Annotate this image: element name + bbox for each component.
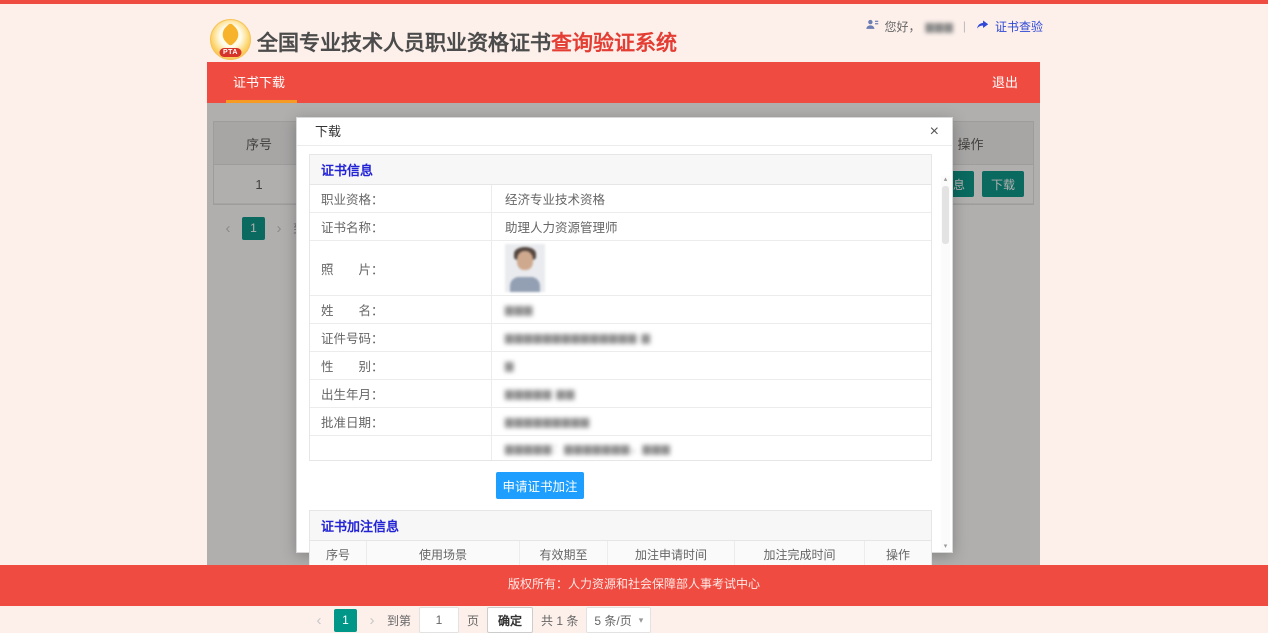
modal-titlebar: 下载 ×	[297, 118, 952, 146]
scroll-down-icon[interactable]: ▾	[944, 543, 948, 551]
site-title: 全国专业技术人员职业资格证书查询验证系统	[257, 27, 677, 57]
greeting-text: 您好，	[884, 18, 920, 35]
prev-page-icon[interactable]: ‹	[312, 612, 326, 629]
confirm-page-button[interactable]: 确定	[487, 607, 533, 633]
photo-head	[517, 251, 533, 270]
cert-info-row: 职业资格：经济专业技术资格	[310, 185, 931, 213]
cert-info-rows: 职业资格：经济专业技术资格证书名称：助理人力资源管理师照 片：姓 名： ▆▆▆ 证件…	[310, 185, 931, 460]
cert-info-row: 出生年月： ▆▆▆▆▆ ▆▆	[310, 380, 931, 408]
cert-info-row: ▆▆▆▆▆：▆▆▆▆▆▆▆，▆▆▆	[310, 436, 931, 460]
field-value: ▆▆▆▆▆：▆▆▆▆▆▆▆，▆▆▆	[492, 436, 931, 460]
goto-page-input[interactable]: 1	[419, 607, 459, 633]
masked-value: ▆	[505, 359, 514, 372]
copyright-text: 版权所有：人力资源和社会保障部人事考试中心	[508, 577, 760, 591]
annotation-section-title: 证书加注信息	[310, 511, 931, 541]
close-icon[interactable]: ×	[930, 124, 939, 140]
masked-value: ▆▆▆▆▆：▆▆▆▆▆▆▆，▆▆▆	[505, 440, 671, 456]
field-label: 证书名称：	[310, 213, 492, 240]
per-page-select[interactable]: 5 条/页 ▾	[586, 607, 651, 633]
field-value: ▆	[492, 352, 931, 379]
field-value: ▆▆▆	[492, 296, 931, 323]
per-page-value: 5 条/页	[594, 612, 631, 629]
cert-info-row: 证件号码： ▆▆▆▆▆▆▆▆▆▆▆▆▆▆ ▆	[310, 324, 931, 352]
user-icon	[865, 18, 879, 34]
field-label: 职业资格：	[310, 185, 492, 212]
site-header: PTA 全国专业技术人员职业资格证书查询验证系统 您好， ▆▆▆ | 证书查验	[0, 4, 1268, 62]
field-value: ▆▆▆▆▆ ▆▆	[492, 380, 931, 407]
field-label: 性 别：	[310, 352, 492, 379]
site-title-accent: 查询验证系统	[551, 32, 677, 55]
footer: 版权所有：人力资源和社会保障部人事考试中心	[0, 565, 1268, 606]
field-label	[310, 436, 492, 460]
cert-info-row: 批准日期： ▆▆▆▆▆▆▆▆▆	[310, 408, 931, 436]
cert-info-table: 证书信息 职业资格：经济专业技术资格证书名称：助理人力资源管理师照 片：姓 名：…	[309, 154, 932, 461]
field-value: ▆▆▆▆▆▆▆▆▆▆▆▆▆▆ ▆	[492, 324, 931, 351]
field-label: 照 片：	[310, 241, 492, 295]
field-label: 出生年月：	[310, 380, 492, 407]
field-label: 批准日期：	[310, 408, 492, 435]
modal-scrollbar[interactable]: ▴ ▾	[941, 176, 950, 551]
cert-info-section-title: 证书信息	[310, 155, 931, 185]
tab-cert-download[interactable]: 证书下载	[207, 62, 311, 103]
page-1-button[interactable]: 1	[334, 609, 357, 632]
pta-logo-text: PTA	[219, 48, 242, 57]
cert-info-row: 照 片：	[310, 241, 931, 296]
photo-body	[510, 277, 540, 292]
download-modal: 下载 × 证书信息 职业资格：经济专业技术资格证书名称：助理人力资源管理师照 片…	[296, 117, 953, 553]
apply-annotation-button[interactable]: 申请证书加注	[496, 472, 584, 499]
masked-value: ▆▆▆	[505, 303, 533, 316]
cert-info-row: 证书名称：助理人力资源管理师	[310, 213, 931, 241]
scrollbar-thumb[interactable]	[942, 186, 949, 244]
user-bar: 您好， ▆▆▆ | 证书查验	[865, 17, 1043, 35]
field-value: ▆▆▆▆▆▆▆▆▆	[492, 408, 931, 435]
username-masked: ▆▆▆	[925, 20, 953, 33]
logout-button[interactable]: 退出	[970, 62, 1040, 103]
chevron-down-icon: ▾	[639, 615, 644, 626]
masked-value: ▆▆▆▆▆▆▆▆▆	[505, 415, 590, 428]
field-value: 经济专业技术资格	[492, 185, 931, 212]
scroll-up-icon[interactable]: ▴	[944, 176, 948, 184]
modal-body: 证书信息 职业资格：经济专业技术资格证书名称：助理人力资源管理师照 片：姓 名：…	[297, 146, 952, 553]
cert-verify-link[interactable]: 证书查验	[995, 18, 1043, 35]
total-count-label: 共 1 条	[541, 612, 578, 629]
site-title-main: 全国专业技术人员职业资格证书	[257, 32, 551, 55]
modal-pagination: ‹ 1 › 到第 1 页 确定 共 1 条 5 条/页 ▾	[312, 607, 932, 633]
cert-info-row: 姓 名： ▆▆▆	[310, 296, 931, 324]
field-label: 证件号码：	[310, 324, 492, 351]
share-arrow-icon	[975, 18, 990, 34]
field-label: 姓 名：	[310, 296, 492, 323]
goto-label: 到第	[387, 612, 411, 629]
field-value	[492, 241, 931, 295]
masked-value: ▆▆▆▆▆▆▆▆▆▆▆▆▆▆ ▆	[505, 331, 651, 344]
modal-title: 下载	[315, 118, 341, 145]
field-value: 助理人力资源管理师	[492, 213, 931, 240]
certificate-photo	[505, 244, 545, 292]
masked-value: ▆▆▆▆▆ ▆▆	[505, 387, 575, 400]
userbar-divider: |	[963, 19, 966, 33]
pta-logo: PTA	[210, 19, 251, 60]
next-page-icon[interactable]: ›	[365, 612, 379, 629]
cert-info-row: 性 别： ▆	[310, 352, 931, 380]
main-navbar: 证书下载 退出	[207, 62, 1040, 103]
goto-unit-label: 页	[467, 612, 479, 629]
